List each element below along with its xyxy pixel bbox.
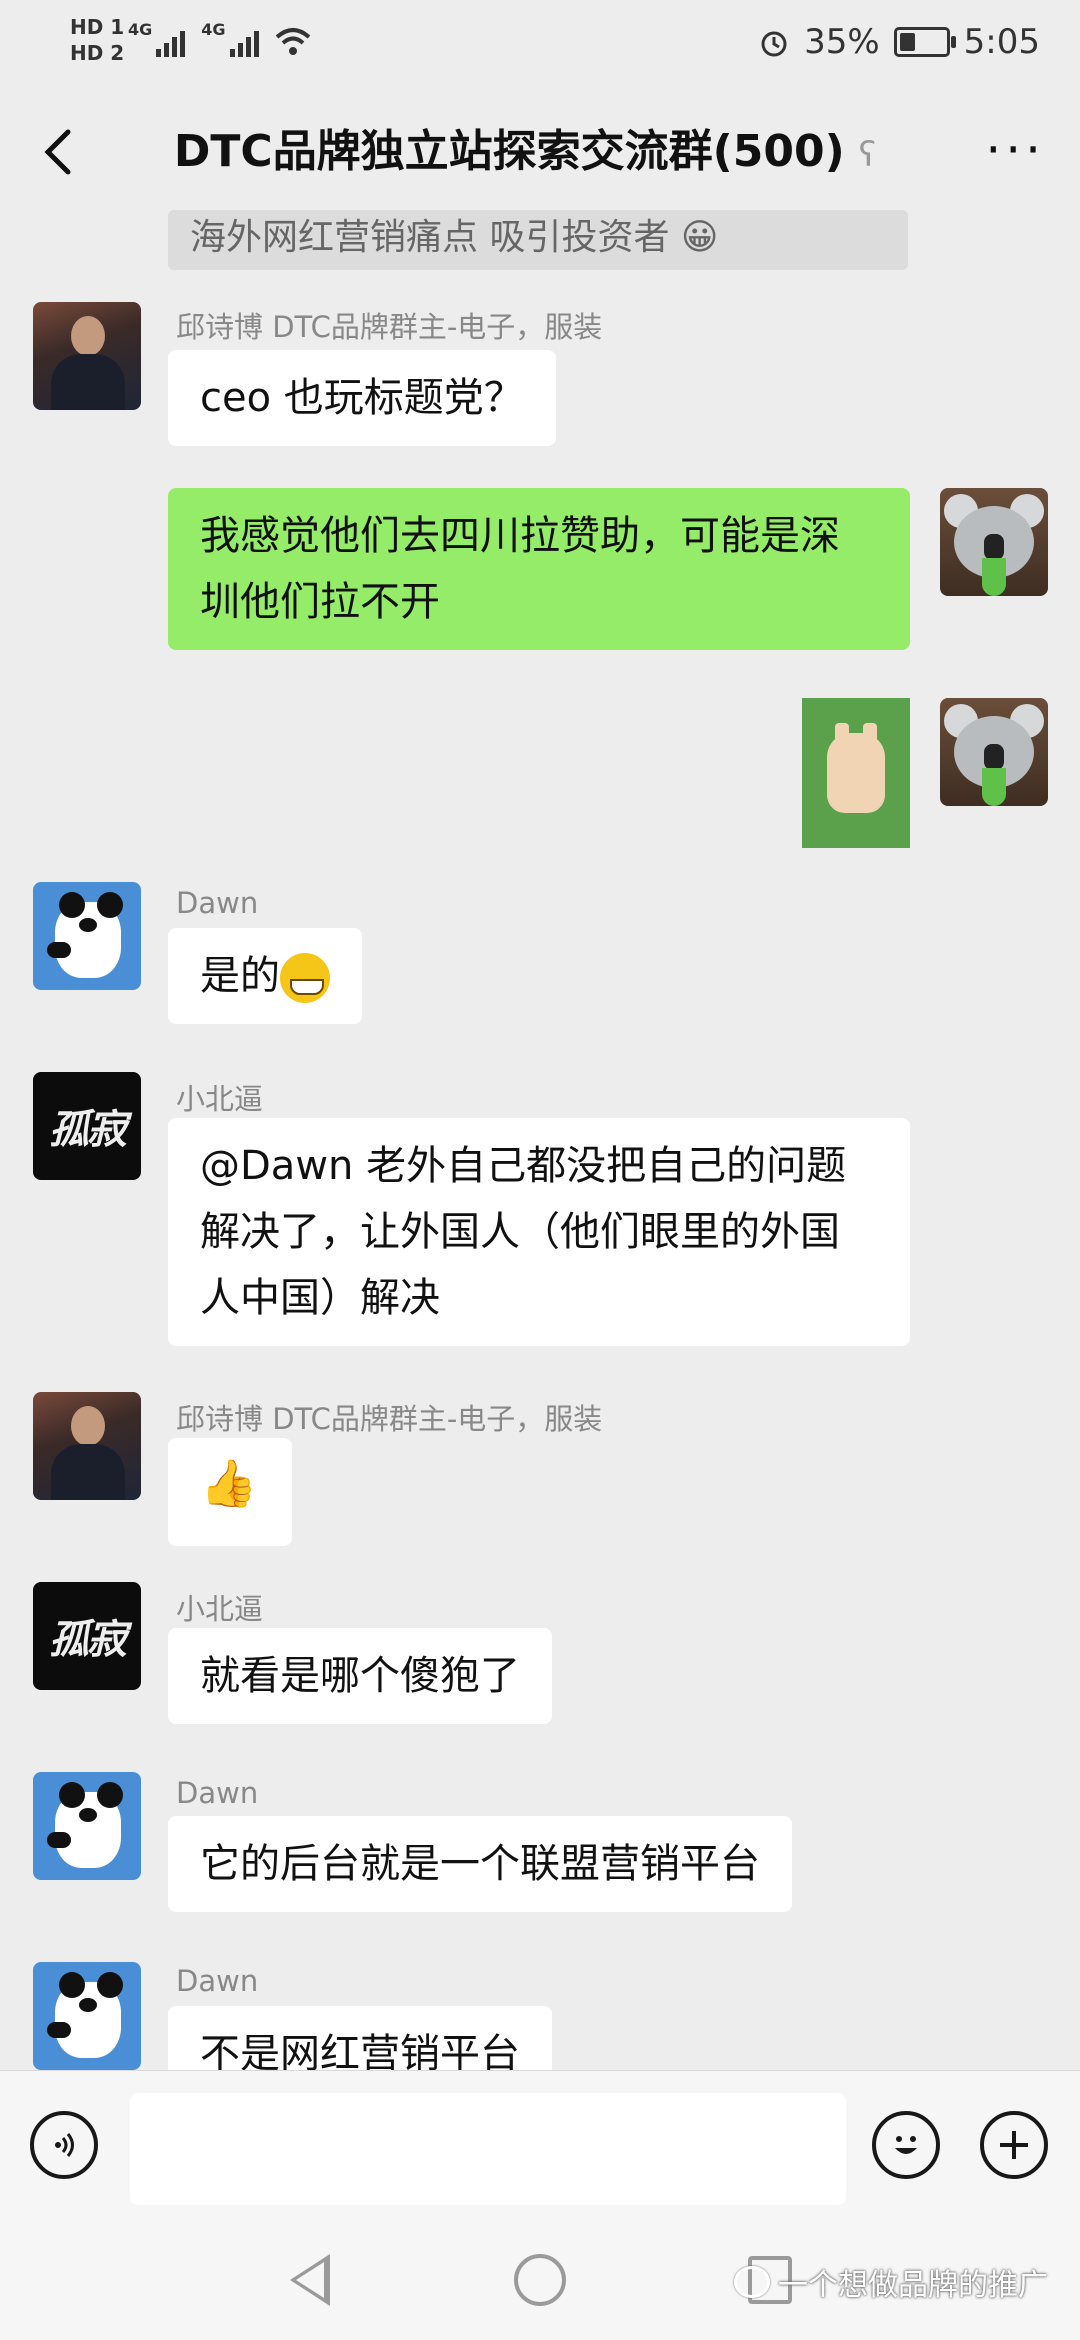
nav-back-icon[interactable] xyxy=(290,2254,330,2306)
more-dots-icon[interactable]: ··· xyxy=(985,125,1045,175)
quoted-message[interactable]: 海外网红营销痛点 吸引投资者 😀 xyxy=(168,210,908,270)
sender-name: Dawn xyxy=(176,1776,259,1810)
message-text: 是的 xyxy=(200,953,280,999)
sender-name: 邱诗博 DTC品牌群主-电子，服装 xyxy=(176,1402,603,1436)
plus-icon[interactable] xyxy=(980,2111,1048,2179)
alarm-icon xyxy=(761,31,787,57)
chat-title[interactable]: DTC品牌独立站探索交流群(500) xyxy=(174,126,845,177)
hd-indicators: HD 1 HD 2 xyxy=(70,14,124,66)
battery-fill xyxy=(899,33,916,51)
emoji-icon[interactable] xyxy=(872,2111,940,2179)
status-bar: HD 1 HD 2 4G 4G 35% 5:05 xyxy=(0,0,1080,90)
sender-name: Dawn xyxy=(176,1964,259,1998)
message-bubble[interactable]: 我感觉他们去四川拉赞助，可能是深圳他们拉不开 xyxy=(168,488,910,650)
clock: 5:05 xyxy=(963,22,1040,62)
signal-indicators: 4G 4G xyxy=(128,20,311,57)
cat-sticker-icon xyxy=(827,723,885,813)
earpiece-icon: ʕ xyxy=(858,135,877,175)
avatar[interactable]: 孤寂 xyxy=(33,1072,141,1180)
avatar[interactable] xyxy=(940,698,1048,806)
message-input[interactable] xyxy=(130,2093,846,2205)
chat-area[interactable]: 海外网红营销痛点 吸引投资者 😀 邱诗博 DTC品牌群主-电子，服装 ceo 也… xyxy=(0,210,1080,2070)
message-bubble[interactable]: ceo 也玩标题党？ xyxy=(168,350,556,446)
sender-name: Dawn xyxy=(176,886,259,920)
voice-icon[interactable] xyxy=(30,2111,98,2179)
message-bubble[interactable]: 不是网红营销平台 xyxy=(168,2006,552,2070)
avatar-glyph: 孤寂 xyxy=(49,1106,127,1153)
message-bubble[interactable]: @Dawn 老外自己都没把自己的问题解决了，让外国人（他们眼里的外国人中国）解决 xyxy=(168,1118,910,1346)
signal-2: 4G xyxy=(201,20,259,57)
sender-name: 邱诗博 DTC品牌群主-电子，服装 xyxy=(176,310,603,344)
message-bubble[interactable]: 👍 xyxy=(168,1438,292,1546)
wechat-logo-icon xyxy=(734,2266,770,2298)
system-navigation: 一个想做品牌的推广 xyxy=(0,2226,1080,2340)
message-bubble[interactable]: 是的 xyxy=(168,928,362,1024)
avatar[interactable] xyxy=(33,1392,141,1500)
nav-home-icon[interactable] xyxy=(514,2254,566,2306)
sender-name: 小北逼 xyxy=(176,1082,264,1116)
hd2-label: HD 2 xyxy=(70,41,125,65)
watermark: 一个想做品牌的推广 xyxy=(734,2260,1048,2304)
sticker-image[interactable] xyxy=(802,698,910,848)
message-bubble[interactable]: 它的后台就是一个联盟营销平台 xyxy=(168,1816,792,1912)
message-bubble[interactable]: 就看是哪个傻狍了 xyxy=(168,1628,552,1724)
chat-header: DTC品牌独立站探索交流群(500) ʕ ··· xyxy=(0,100,1080,210)
input-bar xyxy=(0,2070,1080,2226)
avatar[interactable] xyxy=(33,1772,141,1880)
avatar[interactable] xyxy=(33,302,141,410)
battery-icon xyxy=(893,27,956,57)
avatar[interactable] xyxy=(33,882,141,990)
sender-name: 小北逼 xyxy=(176,1592,264,1626)
watermark-text: 一个想做品牌的推广 xyxy=(778,2268,1048,2303)
hd1-label: HD 1 xyxy=(70,15,125,39)
network-type-2: 4G xyxy=(201,20,226,39)
chat-title-wrap: DTC品牌独立站探索交流群(500) ʕ xyxy=(120,122,930,185)
avatar[interactable] xyxy=(940,488,1048,596)
avatar[interactable]: 孤寂 xyxy=(33,1582,141,1690)
battery-percent: 35% xyxy=(804,22,880,62)
chevron-left-icon[interactable] xyxy=(30,122,90,182)
signal-1: 4G xyxy=(128,20,186,57)
network-type-1: 4G xyxy=(128,20,153,39)
wifi-icon xyxy=(275,28,310,55)
signal-bars-icon xyxy=(229,31,259,57)
avatar-glyph: 孤寂 xyxy=(49,1616,127,1663)
avatar[interactable] xyxy=(33,1962,141,2070)
status-right: 35% 5:05 xyxy=(758,22,1040,62)
signal-bars-icon xyxy=(156,31,186,57)
grin-emoji-icon xyxy=(280,953,330,1003)
